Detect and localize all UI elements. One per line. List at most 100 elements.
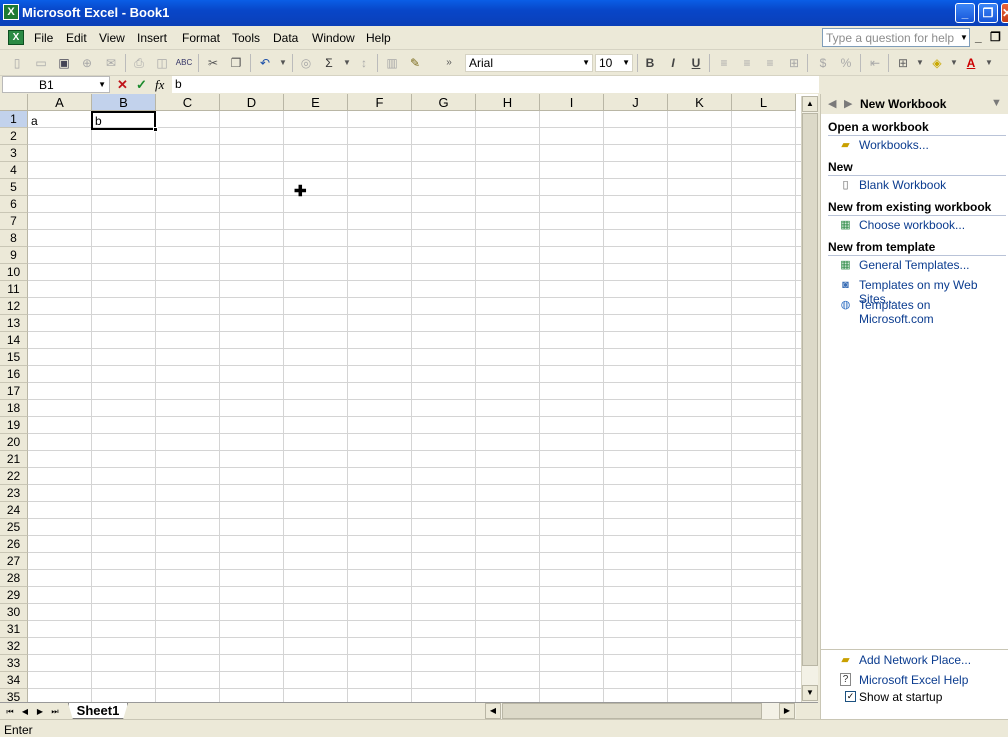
row-header-19[interactable]: 19 <box>0 417 28 434</box>
link-general-templates[interactable]: General Templates... <box>859 258 970 272</box>
align-center-icon[interactable]: ≡ <box>738 54 756 72</box>
row-header-11[interactable]: 11 <box>0 281 28 298</box>
row-header-18[interactable]: 18 <box>0 400 28 417</box>
row-header-13[interactable]: 13 <box>0 315 28 332</box>
italic-button[interactable]: I <box>664 54 682 72</box>
row-header-33[interactable]: 33 <box>0 655 28 672</box>
row-header-16[interactable]: 16 <box>0 366 28 383</box>
worksheet-grid[interactable]: ABCDEFGHIJKL 1 2 3 4 5 6 7 8 9 10 11 12 13 14 15 16 17 18… <box>0 94 818 702</box>
row-header-34[interactable]: 34 <box>0 672 28 689</box>
borders-icon[interactable]: ⊞ <box>894 54 912 72</box>
column-header-h[interactable]: H <box>476 94 540 111</box>
menu-insert[interactable]: Insert <box>137 31 167 45</box>
link-blank-workbook[interactable]: Blank Workbook <box>859 178 946 192</box>
horizontal-scroll-thumb[interactable] <box>502 703 762 719</box>
forward-icon[interactable]: ▶ <box>844 97 852 110</box>
autosum-dropdown-icon[interactable]: ▼ <box>338 54 356 72</box>
enter-icon[interactable]: ✓ <box>136 76 147 93</box>
excel-app-icon[interactable]: X <box>3 4 19 20</box>
copy-icon[interactable]: ❐ <box>227 54 245 72</box>
row-header-14[interactable]: 14 <box>0 332 28 349</box>
column-header-c[interactable]: C <box>156 94 220 111</box>
column-header-j[interactable]: J <box>604 94 668 111</box>
scroll-down-icon[interactable]: ▼ <box>802 685 818 701</box>
underline-button[interactable]: U <box>687 54 705 72</box>
row-header-22[interactable]: 22 <box>0 468 28 485</box>
merge-center-icon[interactable]: ⊞ <box>785 54 803 72</box>
chevron-down-icon[interactable]: ▼ <box>991 97 1002 109</box>
horizontal-scrollbar[interactable]: ◀ ▶ <box>485 702 796 719</box>
vertical-scroll-thumb[interactable] <box>802 113 818 666</box>
row-header-2[interactable]: 2 <box>0 128 28 145</box>
name-box[interactable]: B1 ▼ <box>2 76 110 93</box>
link-excel-help[interactable]: Microsoft Excel Help <box>859 673 968 687</box>
save-icon[interactable]: ▣ <box>55 54 73 72</box>
currency-icon[interactable]: $ <box>814 54 832 72</box>
row-header-32[interactable]: 32 <box>0 638 28 655</box>
row-header-26[interactable]: 26 <box>0 536 28 553</box>
menu-tools[interactable]: Tools <box>232 31 260 45</box>
menu-help[interactable]: Help <box>366 31 391 45</box>
column-header-f[interactable]: F <box>348 94 412 111</box>
close-button[interactable]: ✕ <box>1001 3 1008 23</box>
column-header-k[interactable]: K <box>668 94 732 111</box>
menu-data[interactable]: Data <box>273 31 298 45</box>
row-header-25[interactable]: 25 <box>0 519 28 536</box>
link-workbooks[interactable]: Workbooks... <box>859 138 929 152</box>
column-header-d[interactable]: D <box>220 94 284 111</box>
row-header-8[interactable]: 8 <box>0 230 28 247</box>
row-header-30[interactable]: 30 <box>0 604 28 621</box>
scroll-right-icon[interactable]: ▶ <box>779 703 795 719</box>
borders-dropdown-icon[interactable]: ▼ <box>911 54 929 72</box>
row-header-12[interactable]: 12 <box>0 298 28 315</box>
prev-sheet-icon[interactable]: ◀ <box>19 705 31 718</box>
scroll-left-icon[interactable]: ◀ <box>485 703 501 719</box>
column-header-b[interactable]: B <box>92 94 156 111</box>
percent-icon[interactable]: % <box>837 54 855 72</box>
row-header-5[interactable]: 5 <box>0 179 28 196</box>
decrease-indent-icon[interactable]: ⇤ <box>866 54 884 72</box>
menu-edit[interactable]: Edit <box>66 31 87 45</box>
row-header-31[interactable]: 31 <box>0 621 28 638</box>
row-header-21[interactable]: 21 <box>0 451 28 468</box>
show-at-startup-label[interactable]: Show at startup <box>859 690 942 704</box>
chart-wizard-icon[interactable]: ▥ <box>383 54 401 72</box>
permission-icon[interactable]: ⊕ <box>78 54 96 72</box>
row-header-28[interactable]: 28 <box>0 570 28 587</box>
row-header-20[interactable]: 20 <box>0 434 28 451</box>
last-sheet-icon[interactable]: ⏭ <box>49 705 61 718</box>
chevron-down-icon[interactable]: ▼ <box>622 55 630 71</box>
toolbar-options-icon[interactable]: » <box>440 54 458 72</box>
row-header-35[interactable]: 35 <box>0 689 28 702</box>
workbook-control-icon[interactable]: X <box>8 30 24 45</box>
row-header-23[interactable]: 23 <box>0 485 28 502</box>
row-header-4[interactable]: 4 <box>0 162 28 179</box>
cut-icon[interactable]: ✂ <box>204 54 222 72</box>
row-header-6[interactable]: 6 <box>0 196 28 213</box>
column-header-a[interactable]: A <box>28 94 92 111</box>
print-preview-icon[interactable]: ◫ <box>153 54 171 72</box>
autosum-icon[interactable]: Σ <box>320 54 338 72</box>
bold-button[interactable]: B <box>641 54 659 72</box>
font-name-select[interactable]: Arial ▼ <box>465 54 593 72</box>
fill-color-icon[interactable]: ◈ <box>928 54 946 72</box>
back-icon[interactable]: ◀ <box>828 97 836 110</box>
new-icon[interactable]: ▯ <box>8 54 26 72</box>
link-add-network-place[interactable]: Add Network Place... <box>859 653 971 667</box>
align-right-icon[interactable]: ≡ <box>761 54 779 72</box>
cancel-icon[interactable]: ✕ <box>117 76 128 93</box>
row-header-7[interactable]: 7 <box>0 213 28 230</box>
spelling-icon[interactable]: ABC <box>175 54 193 72</box>
row-header-29[interactable]: 29 <box>0 587 28 604</box>
mdi-minimize-button[interactable]: _ <box>975 30 982 44</box>
align-left-icon[interactable]: ≡ <box>715 54 733 72</box>
vertical-scrollbar[interactable]: ▲ ▼ <box>801 96 818 702</box>
open-icon[interactable]: ▭ <box>32 54 50 72</box>
undo-icon[interactable]: ↶ <box>256 54 274 72</box>
menu-window[interactable]: Window <box>312 31 355 45</box>
restore-button[interactable]: ❐ <box>978 3 998 23</box>
menu-file[interactable]: File <box>34 31 53 45</box>
menu-format[interactable]: Format <box>182 31 220 45</box>
row-header-15[interactable]: 15 <box>0 349 28 366</box>
row-header-10[interactable]: 10 <box>0 264 28 281</box>
